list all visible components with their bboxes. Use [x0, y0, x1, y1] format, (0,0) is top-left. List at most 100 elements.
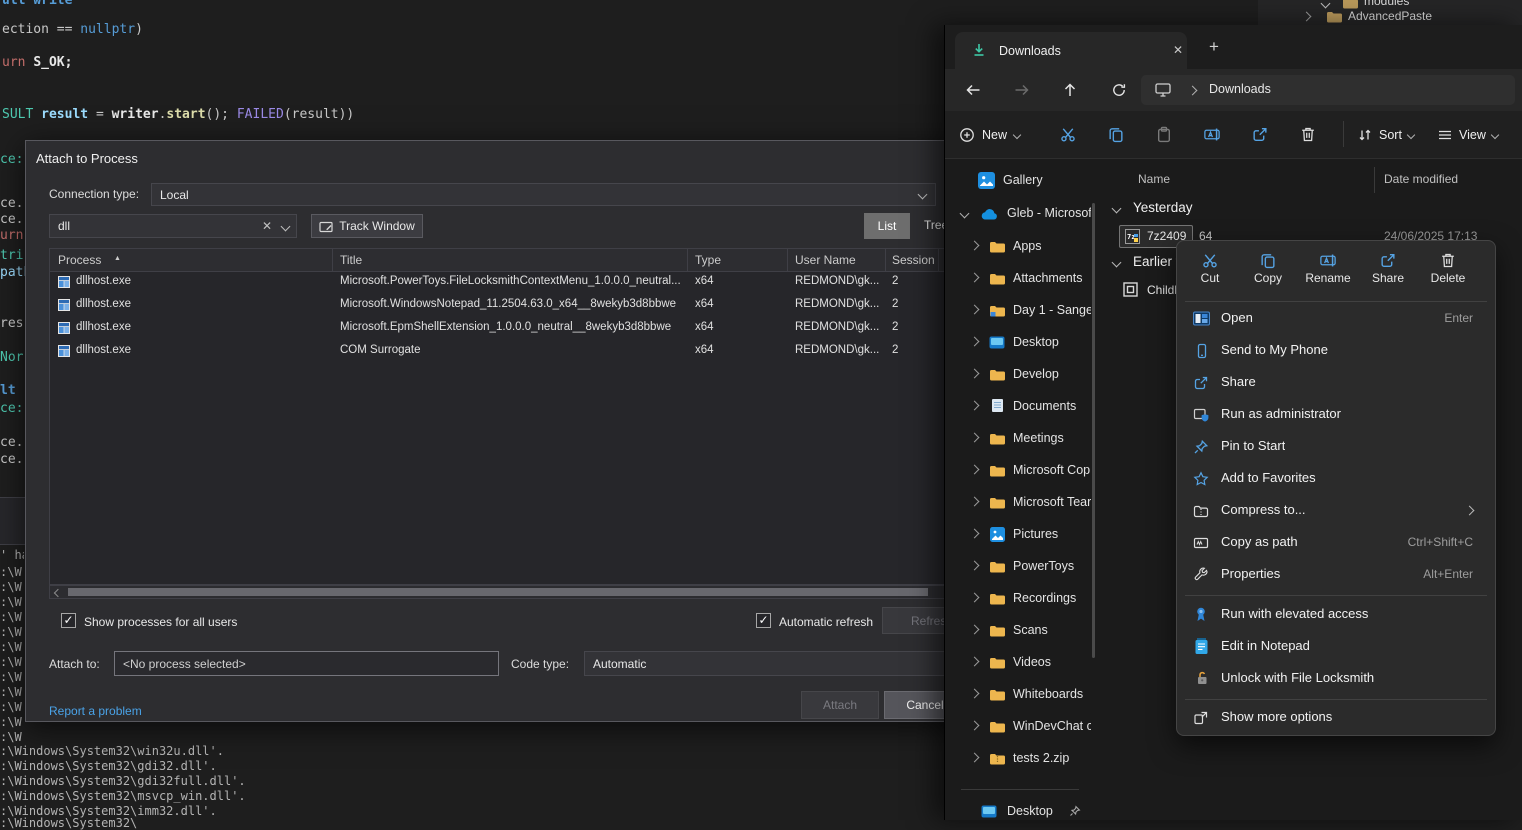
- chevron-right-icon[interactable]: [970, 337, 980, 347]
- menu-command-cut[interactable]: Cut: [1187, 249, 1233, 297]
- cut-icon[interactable]: [1059, 126, 1077, 143]
- sidebar-item-recordings[interactable]: Recordings: [945, 584, 1099, 612]
- code-type-field[interactable]: Automatic: [584, 651, 986, 676]
- chevron-right-icon[interactable]: [970, 561, 980, 571]
- chevron-right-icon[interactable]: [970, 305, 980, 315]
- sidebar-item-documents[interactable]: Documents: [945, 392, 1099, 420]
- show-all-users-checkbox[interactable]: ✓: [61, 613, 76, 628]
- breadcrumb-chevron-icon[interactable]: [1188, 86, 1198, 96]
- menu-item-send-to-my-phone[interactable]: Send to My Phone: [1181, 335, 1491, 367]
- chevron-down-icon[interactable]: [1112, 204, 1122, 214]
- tab-close-icon[interactable]: ✕: [1173, 43, 1183, 57]
- column-separator[interactable]: [787, 249, 788, 271]
- table-row[interactable]: dllhost.exe Microsoft.PowerToys.FileLock…: [50, 271, 961, 294]
- chevron-down-icon[interactable]: [918, 190, 928, 200]
- list-view-button[interactable]: List: [864, 213, 910, 239]
- table-row[interactable]: dllhost.exe COM Surrogate x64 REDMOND\gk…: [50, 340, 961, 363]
- column-separator[interactable]: [938, 249, 939, 271]
- sort-button[interactable]: Sort: [1357, 121, 1414, 149]
- up-icon[interactable]: [1062, 82, 1078, 98]
- refresh-icon[interactable]: [1111, 82, 1127, 98]
- menu-item-properties[interactable]: Properties Alt+Enter: [1181, 559, 1491, 591]
- chevron-down-icon[interactable]: [960, 209, 970, 219]
- chevron-right-icon[interactable]: [970, 753, 980, 763]
- sidebar-item-scans[interactable]: Scans: [945, 616, 1099, 644]
- chevron-right-icon[interactable]: [970, 689, 980, 699]
- forward-icon[interactable]: [1013, 82, 1030, 98]
- menu-command-copy[interactable]: Copy: [1245, 249, 1291, 297]
- chevron-right-icon[interactable]: [1302, 12, 1312, 22]
- sidebar-item-gallery[interactable]: Gallery: [945, 168, 1099, 194]
- sidebar-item-tests-zip[interactable]: tests 2.zip: [945, 744, 1099, 772]
- column-header-name[interactable]: Name: [1138, 172, 1170, 186]
- column-separator[interactable]: [885, 249, 886, 271]
- process-filter-input[interactable]: dll ✕: [49, 214, 297, 238]
- menu-item-run-elevated[interactable]: Run with elevated access: [1181, 599, 1491, 631]
- file-column-separator[interactable]: [1374, 167, 1375, 193]
- this-pc-icon[interactable]: [1155, 83, 1171, 97]
- sidebar-item-apps[interactable]: Apps: [945, 232, 1099, 260]
- copy-icon[interactable]: [1107, 126, 1125, 143]
- chevron-down-icon[interactable]: [1112, 258, 1122, 268]
- tab-downloads[interactable]: Downloads ✕: [955, 32, 1187, 69]
- chevron-down-icon[interactable]: [281, 222, 291, 232]
- sidebar-scrollbar[interactable]: [1092, 203, 1095, 658]
- column-header-user[interactable]: User Name: [795, 253, 856, 267]
- chevron-right-icon[interactable]: [970, 369, 980, 379]
- sidebar-item-videos[interactable]: Videos: [945, 648, 1099, 676]
- sidebar-item-pictures[interactable]: Pictures: [945, 520, 1099, 548]
- menu-item-copy-as-path[interactable]: Copy as path Ctrl+Shift+C: [1181, 527, 1491, 559]
- chevron-right-icon[interactable]: [970, 273, 980, 283]
- menu-item-compress-to[interactable]: Compress to...: [1181, 495, 1491, 527]
- automatic-refresh-checkbox[interactable]: ✓: [756, 613, 771, 628]
- attach-to-field[interactable]: <No process selected>: [114, 651, 499, 676]
- scroll-left-arrow-icon[interactable]: [54, 589, 62, 597]
- menu-item-pin-to-start[interactable]: Pin to Start: [1181, 431, 1491, 463]
- breadcrumb-downloads[interactable]: Downloads: [1209, 82, 1271, 96]
- chevron-right-icon[interactable]: [970, 529, 980, 539]
- connection-type-dropdown[interactable]: Local: [151, 183, 936, 206]
- chevron-right-icon[interactable]: [970, 401, 980, 411]
- column-separator[interactable]: [687, 249, 688, 271]
- address-bar[interactable]: Downloads: [1141, 75, 1515, 105]
- sidebar-item-desktop[interactable]: Desktop: [945, 328, 1099, 356]
- table-horizontal-scrollbar[interactable]: [49, 585, 961, 599]
- chevron-right-icon[interactable]: [970, 433, 980, 443]
- column-header-date-modified[interactable]: Date modified: [1384, 172, 1458, 186]
- column-header-type[interactable]: Type: [695, 253, 721, 267]
- table-row[interactable]: dllhost.exe Microsoft.EpmShellExtension_…: [50, 317, 961, 340]
- menu-item-open[interactable]: Open Enter: [1181, 303, 1491, 335]
- chevron-right-icon[interactable]: [970, 657, 980, 667]
- sidebar-item-meetings[interactable]: Meetings: [945, 424, 1099, 452]
- view-button[interactable]: View: [1437, 121, 1498, 149]
- chevron-right-icon[interactable]: [970, 593, 980, 603]
- sidebar-item-microsoft-copilot[interactable]: Microsoft Cop: [945, 456, 1099, 484]
- tree-item-advancedpaste[interactable]: AdvancedPaste: [1258, 8, 1522, 26]
- menu-command-share[interactable]: Share: [1365, 249, 1411, 297]
- sidebar-item-whiteboards[interactable]: Whiteboards: [945, 680, 1099, 708]
- menu-item-run-as-administrator[interactable]: Run as administrator: [1181, 399, 1491, 431]
- sidebar-item-microsoft-teams[interactable]: Microsoft Tear: [945, 488, 1099, 516]
- menu-item-share[interactable]: Share: [1181, 367, 1491, 399]
- share-icon[interactable]: [1251, 126, 1269, 143]
- sidebar-item-pinned-desktop[interactable]: Desktop: [945, 801, 1099, 820]
- menu-command-rename[interactable]: Rename: [1301, 249, 1355, 297]
- attach-button[interactable]: Attach: [801, 691, 879, 719]
- sidebar-item-powertoys[interactable]: PowerToys: [945, 552, 1099, 580]
- chevron-right-icon[interactable]: [970, 721, 980, 731]
- column-header-title[interactable]: Title: [340, 253, 362, 267]
- report-a-problem-link[interactable]: Report a problem: [49, 704, 142, 718]
- chevron-right-icon[interactable]: [970, 465, 980, 475]
- chevron-right-icon[interactable]: [970, 241, 980, 251]
- rename-icon[interactable]: [1203, 126, 1221, 143]
- new-button[interactable]: New: [959, 121, 1039, 149]
- sidebar-item-develop[interactable]: Develop: [945, 360, 1099, 388]
- menu-item-unlock-file-locksmith[interactable]: Unlock with File Locksmith: [1181, 663, 1491, 695]
- new-tab-icon[interactable]: +: [1209, 37, 1219, 57]
- menu-item-edit-in-notepad[interactable]: Edit in Notepad: [1181, 631, 1491, 663]
- sidebar-item-day1[interactable]: Day 1 - Sangee: [945, 296, 1099, 324]
- clear-filter-icon[interactable]: ✕: [262, 219, 272, 233]
- sidebar-item-attachments[interactable]: Attachments: [945, 264, 1099, 292]
- column-separator[interactable]: [332, 249, 333, 271]
- column-header-session[interactable]: Session: [892, 253, 935, 267]
